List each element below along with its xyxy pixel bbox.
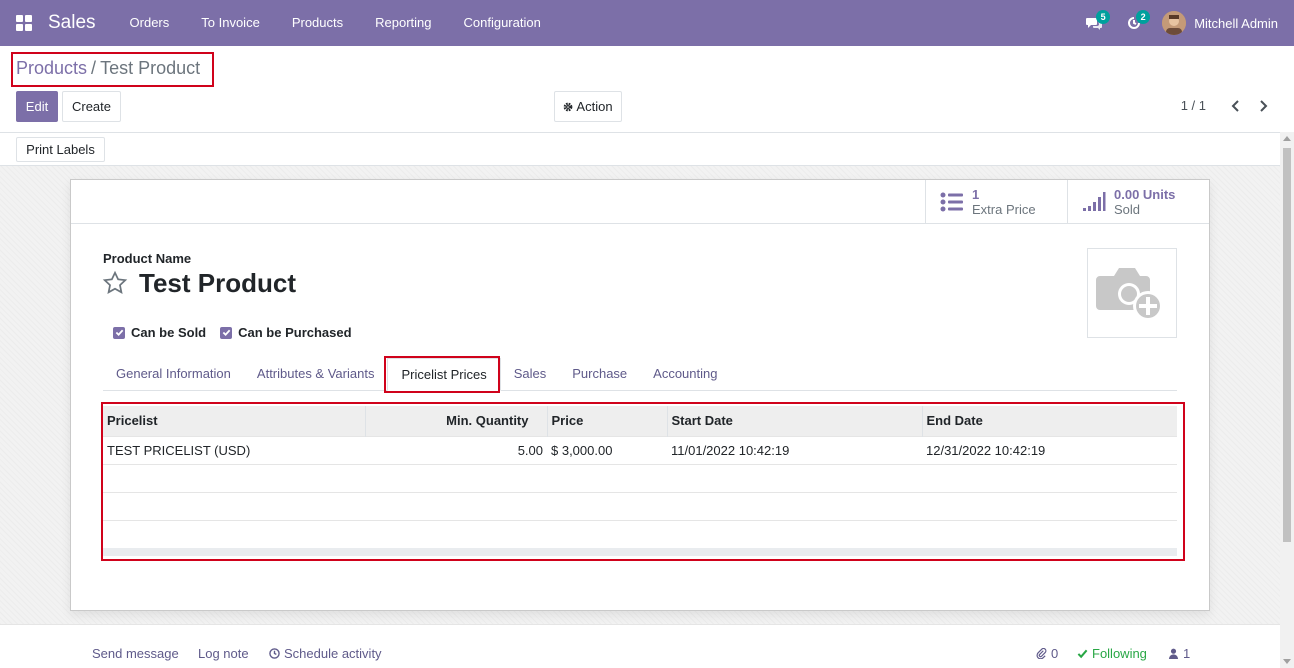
print-labels-button[interactable]: Print Labels	[16, 137, 105, 162]
attachments-count: 0	[1051, 646, 1059, 661]
camera-add-icon	[1096, 268, 1163, 321]
messages-button[interactable]: 5	[1074, 0, 1114, 46]
page-scrollbar[interactable]	[1280, 132, 1294, 668]
units-sold-value: 0.00 Units	[1114, 187, 1176, 202]
menu-orders[interactable]: Orders	[114, 0, 186, 46]
form-statusbar: Print Labels	[0, 132, 1280, 166]
activities-badge: 2	[1136, 10, 1151, 24]
user-menu[interactable]: Mitchell Admin	[1154, 11, 1294, 35]
product-image-upload[interactable]	[1087, 248, 1177, 338]
menu-configuration[interactable]: Configuration	[448, 0, 557, 46]
action-button[interactable]: Action	[554, 91, 622, 122]
clock-icon	[269, 648, 280, 659]
tab-sales[interactable]: Sales	[501, 358, 560, 390]
favorite-star-icon[interactable]	[102, 270, 128, 296]
action-label: Action	[576, 99, 613, 114]
tab-attributes-variants[interactable]: Attributes & Variants	[244, 358, 388, 390]
create-button[interactable]: Create	[62, 91, 121, 122]
following-label: Following	[1092, 646, 1147, 661]
followers-button[interactable]: 1	[1168, 646, 1190, 661]
bar-signal-icon	[1083, 192, 1106, 211]
edit-button[interactable]: Edit	[16, 91, 58, 122]
tab-purchase[interactable]: Purchase	[559, 358, 640, 390]
scroll-down-icon[interactable]	[1283, 659, 1291, 664]
apps-menu-icon[interactable]	[0, 0, 48, 46]
check-icon	[1077, 649, 1088, 659]
can-be-purchased-label: Can be Purchased	[238, 325, 352, 340]
tab-accounting[interactable]: Accounting	[640, 358, 730, 390]
checkbox-checked-icon	[220, 326, 233, 339]
following-button[interactable]: Following	[1077, 646, 1147, 661]
pager-value[interactable]: 1 / 1	[1181, 98, 1206, 113]
product-name-label: Product Name	[103, 251, 192, 266]
paperclip-icon	[1036, 648, 1047, 659]
extra-price-button[interactable]: 1 Extra Price	[925, 180, 1067, 224]
menu-reporting[interactable]: Reporting	[359, 0, 447, 46]
pager-next-button[interactable]	[1253, 96, 1273, 116]
extra-price-value: 1	[972, 187, 980, 202]
checkbox-checked-icon	[113, 326, 125, 339]
chevron-right-icon	[1260, 100, 1268, 112]
can-be-sold-label: Can be Sold	[131, 325, 207, 340]
send-message-button[interactable]: Send message	[92, 646, 179, 661]
top-navbar: Sales Orders To Invoice Products Reporti…	[0, 0, 1294, 46]
tab-general-information[interactable]: General Information	[103, 358, 244, 390]
log-note-button[interactable]: Log note	[198, 646, 249, 661]
can-be-purchased-checkbox[interactable]: Can be Purchased	[220, 325, 352, 340]
scrollbar-thumb[interactable]	[1283, 148, 1291, 542]
highlight-box-breadcrumb	[11, 52, 214, 87]
form-notebook-tabs: General Information Attributes & Variant…	[103, 358, 1177, 391]
list-icon	[940, 192, 963, 212]
user-name: Mitchell Admin	[1194, 15, 1278, 31]
units-sold-button[interactable]: 0.00 Units Sold	[1067, 180, 1209, 224]
chatter-topbar: Send message Log note Schedule activity …	[0, 624, 1280, 668]
attachments-button[interactable]: 0	[1036, 646, 1058, 661]
user-icon	[1168, 648, 1179, 659]
pager-previous-button[interactable]	[1226, 96, 1246, 116]
product-options: Can be Sold Can be Purchased	[113, 325, 366, 340]
menu-to-invoice[interactable]: To Invoice	[185, 0, 276, 46]
highlight-box-tab	[384, 356, 500, 393]
menu-products[interactable]: Products	[276, 0, 359, 46]
extra-price-label: Extra Price	[972, 202, 1036, 217]
can-be-sold-checkbox[interactable]: Can be Sold	[113, 325, 206, 340]
followers-count: 1	[1183, 646, 1191, 661]
messages-badge: 5	[1096, 10, 1111, 24]
avatar	[1162, 11, 1187, 35]
gear-icon	[564, 102, 573, 111]
schedule-activity-button[interactable]: Schedule activity	[269, 646, 382, 661]
highlight-box-table	[101, 402, 1185, 561]
product-name-field[interactable]: Test Product	[139, 268, 296, 299]
scroll-up-icon[interactable]	[1283, 136, 1291, 141]
activities-button[interactable]: 2	[1114, 0, 1154, 46]
form-sheet: 1 Extra Price 0.00 Units Sold Product Na…	[70, 179, 1210, 611]
smart-button-box: 1 Extra Price 0.00 Units Sold	[71, 180, 1209, 224]
schedule-activity-label: Schedule activity	[284, 646, 382, 661]
units-sold-label: Sold	[1114, 202, 1141, 217]
app-name[interactable]: Sales	[48, 12, 96, 34]
chevron-left-icon	[1231, 100, 1239, 112]
